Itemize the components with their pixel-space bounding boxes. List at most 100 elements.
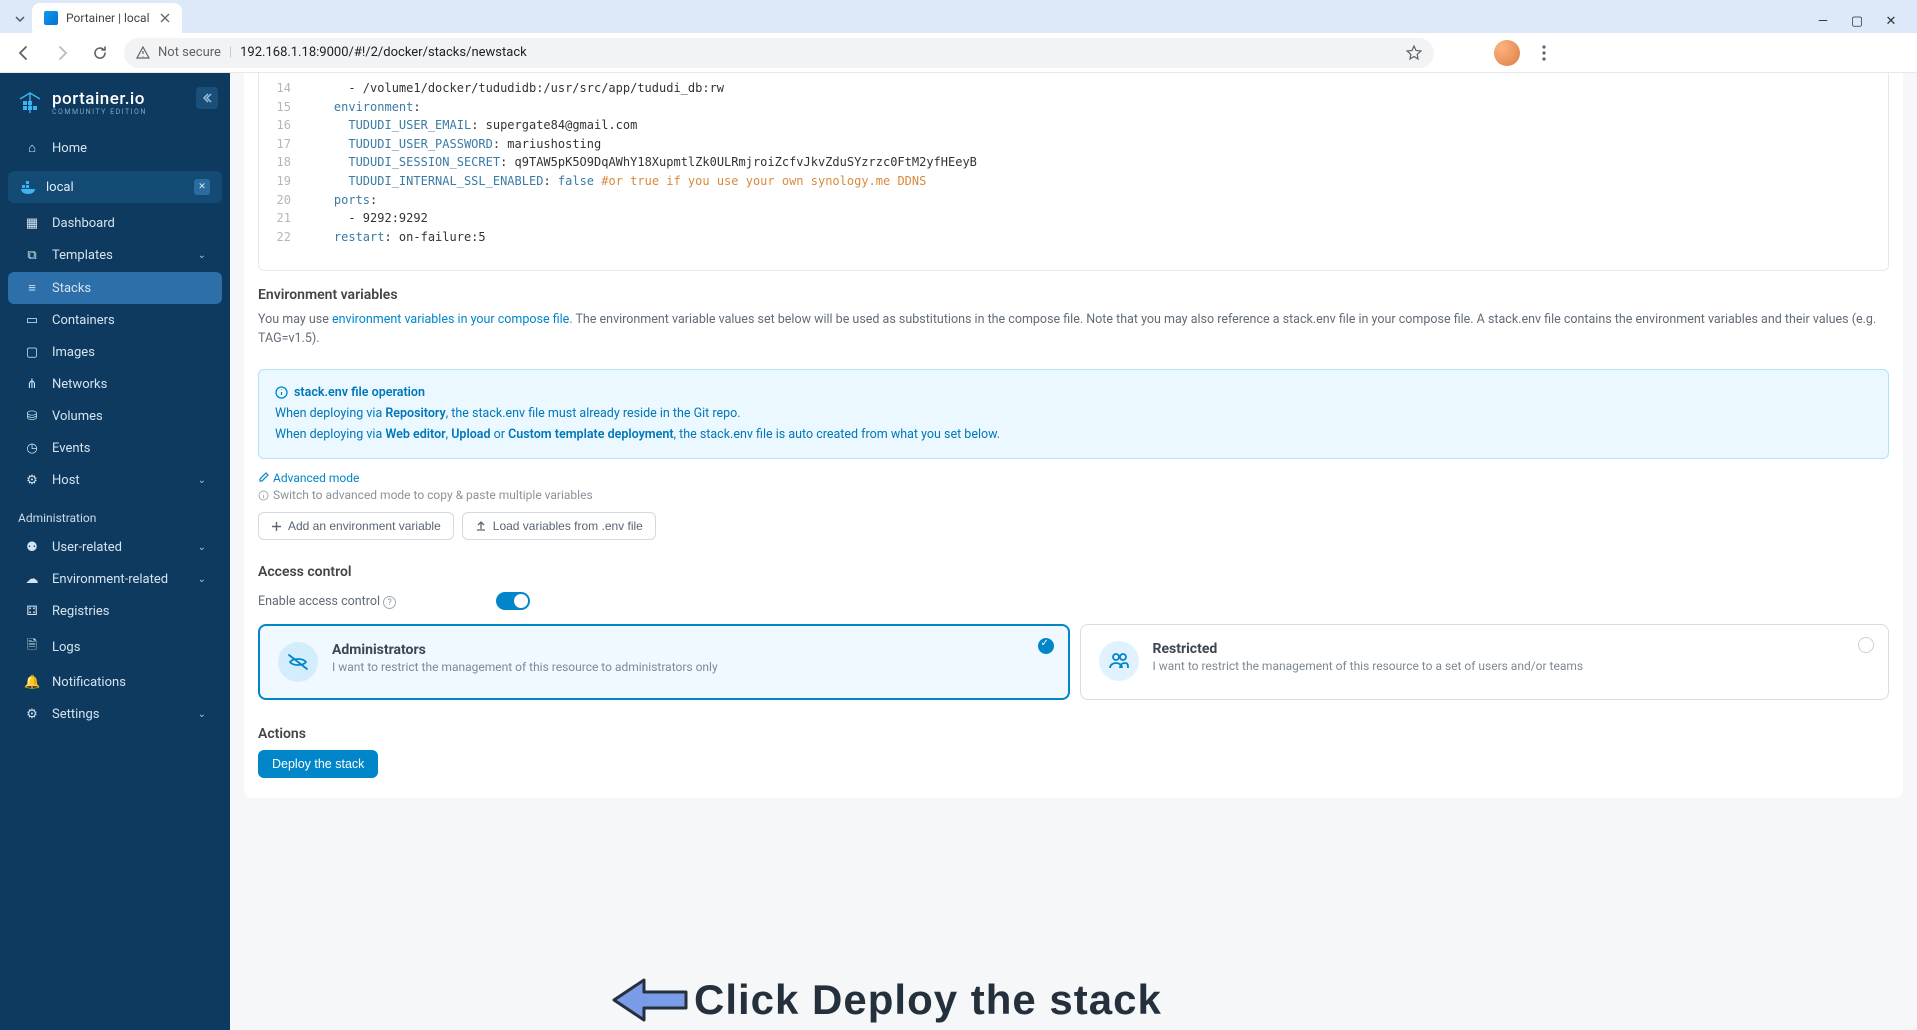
help-circle-icon [258, 490, 269, 501]
code-line[interactable]: TUDUDI_USER_PASSWORD: mariushosting [305, 135, 601, 154]
code-editor[interactable]: 14 - /volume1/docker/tududidb:/usr/src/a… [258, 73, 1889, 271]
sidebar-item-templates[interactable]: ⧉Templates⌄ [8, 240, 222, 271]
window-close-icon[interactable]: ✕ [1883, 14, 1899, 29]
code-line[interactable]: - 9292:9292 [305, 209, 428, 228]
nav-back-button[interactable] [10, 39, 38, 67]
nav-icon: 🔔 [24, 675, 40, 690]
chevron-down-icon: ⌄ [198, 542, 206, 553]
chevron-down-icon: ⌄ [198, 475, 206, 486]
sidebar-item-label: User-related [52, 540, 122, 555]
access-control-toggle-label: Enable access control ? [258, 594, 396, 609]
info-icon [275, 386, 288, 399]
sidebar-item-label: Templates [52, 248, 113, 263]
sidebar-item-host[interactable]: ⚙ Host ⌄ [8, 465, 222, 496]
nav-icon: ≡ [24, 280, 40, 296]
nav-icon: ▦ [24, 216, 40, 231]
sidebar-item-environment-related[interactable]: ☁ Environment-related ⌄ [8, 564, 222, 595]
window-maximize-icon[interactable]: ▢ [1849, 14, 1865, 29]
sidebar-item-logs[interactable]: 🗎Logs [8, 628, 222, 666]
nav-icon: ⛁ [24, 409, 40, 424]
code-line[interactable]: TUDUDI_INTERNAL_SSL_ENABLED: false #or t… [305, 172, 926, 191]
code-line[interactable]: restart: on-failure:5 [305, 228, 486, 247]
access-control-toggle[interactable] [496, 592, 530, 610]
nav-icon: ▢ [24, 345, 40, 360]
window-minimize-icon[interactable]: — [1815, 14, 1831, 29]
radio-check-icon [1858, 637, 1874, 653]
nav-icon: ☁ [24, 572, 40, 587]
chevron-down-icon: ⌄ [198, 709, 206, 720]
tab-favicon-icon [44, 11, 58, 25]
home-icon: ⌂ [24, 140, 40, 156]
sidebar-item-label: Logs [52, 640, 80, 655]
advanced-mode-link[interactable]: Advanced mode [258, 471, 359, 485]
brand-name: portainer.io [52, 91, 147, 108]
line-number: 22 [259, 228, 305, 247]
sidebar-item-settings[interactable]: ⚙ Settings ⌄ [8, 699, 222, 730]
load-env-file-button[interactable]: Load variables from .env file [462, 512, 656, 540]
sidebar-item-notifications[interactable]: 🔔Notifications [8, 667, 222, 698]
sidebar-item-home[interactable]: ⌂ Home [8, 132, 222, 164]
browser-tab[interactable]: Portainer | local [32, 3, 182, 33]
sidebar-item-user-related[interactable]: ⚉User-related⌄ [8, 532, 222, 563]
access-card-restricted[interactable]: RestrictedI want to restrict the managem… [1080, 624, 1890, 700]
admin-section-label: Administration [0, 497, 230, 531]
line-number: 18 [259, 153, 305, 172]
nav-icon: ◷ [24, 441, 40, 456]
sidebar-item-label: Settings [52, 707, 99, 722]
access-card-desc: I want to restrict the management of thi… [1153, 659, 1584, 673]
nav-forward-button[interactable] [48, 39, 76, 67]
environment-close-icon[interactable]: ✕ [194, 179, 210, 195]
docker-icon [20, 179, 36, 195]
sidebar-item-registries[interactable]: ⚃Registries [8, 596, 222, 627]
access-card-title: Administrators [332, 642, 718, 658]
environment-pill[interactable]: local ✕ [8, 171, 222, 203]
browser-menu-icon[interactable] [1530, 45, 1558, 61]
sidebar-item-label: Events [52, 441, 90, 456]
tab-close-icon[interactable] [160, 13, 170, 23]
deploy-stack-button[interactable]: Deploy the stack [258, 750, 378, 778]
add-env-var-button[interactable]: Add an environment variable [258, 512, 454, 540]
sidebar-item-label: Stacks [52, 281, 91, 296]
tab-dropdown-icon[interactable] [8, 5, 32, 33]
sidebar-item-volumes[interactable]: ⛁ Volumes [8, 401, 222, 432]
nav-icon: ⧉ [24, 248, 40, 263]
line-number: 14 [259, 79, 305, 98]
radio-check-icon [1038, 638, 1054, 654]
sidebar-item-containers[interactable]: ▭ Containers [8, 305, 222, 336]
sidebar-item-label: Environment-related [52, 572, 168, 587]
url-text: 192.168.1.18:9000/#!/2/docker/stacks/new… [240, 45, 527, 60]
line-number: 20 [259, 191, 305, 210]
sidebar-item-images[interactable]: ▢Images [8, 337, 222, 368]
url-bar[interactable]: Not secure | 192.168.1.18:9000/#!/2/dock… [124, 38, 1434, 68]
sidebar-collapse-button[interactable] [196, 87, 218, 109]
code-line[interactable]: TUDUDI_SESSION_SECRET: q9TAW5pK5O9DqAWhY… [305, 153, 977, 172]
env-vars-link[interactable]: environment variables in your compose fi… [332, 312, 569, 327]
help-icon[interactable]: ? [383, 596, 396, 609]
sidebar-item-label: Volumes [52, 409, 103, 424]
sidebar-item-label: Dashboard [52, 216, 115, 231]
code-line[interactable]: TUDUDI_USER_EMAIL: supergate84@gmail.com [305, 116, 637, 135]
bookmark-star-icon[interactable] [1406, 45, 1422, 61]
sidebar-item-label: Registries [52, 604, 110, 619]
browser-tab-strip: Portainer | local — ▢ ✕ [0, 0, 1917, 33]
sidebar-item-events[interactable]: ◷ Events [8, 433, 222, 464]
nav-icon: ⚙ [24, 707, 40, 722]
code-line[interactable]: - /volume1/docker/tududidb:/usr/src/app/… [305, 79, 724, 98]
sidebar-item-label: Containers [52, 313, 115, 328]
sidebar-item-networks[interactable]: ⋔Networks [8, 369, 222, 400]
profile-avatar[interactable] [1494, 40, 1520, 66]
sidebar-item-stacks[interactable]: ≡ Stacks [8, 272, 222, 304]
code-line[interactable]: ports: [305, 191, 377, 210]
line-number: 19 [259, 172, 305, 191]
env-vars-title: Environment variables [258, 287, 1889, 303]
nav-reload-button[interactable] [86, 39, 114, 67]
nav-icon: ⚙ [24, 473, 40, 488]
sidebar-item-label: Host [52, 473, 80, 488]
access-card-administrators[interactable]: AdministratorsI want to restrict the man… [258, 624, 1070, 700]
nav-icon: ▭ [24, 313, 40, 328]
chevron-down-icon: ⌄ [198, 574, 206, 585]
line-number: 17 [259, 135, 305, 154]
sidebar-item-dashboard[interactable]: ▦ Dashboard [8, 208, 222, 239]
plus-icon [271, 521, 282, 532]
code-line[interactable]: environment: [305, 98, 421, 117]
